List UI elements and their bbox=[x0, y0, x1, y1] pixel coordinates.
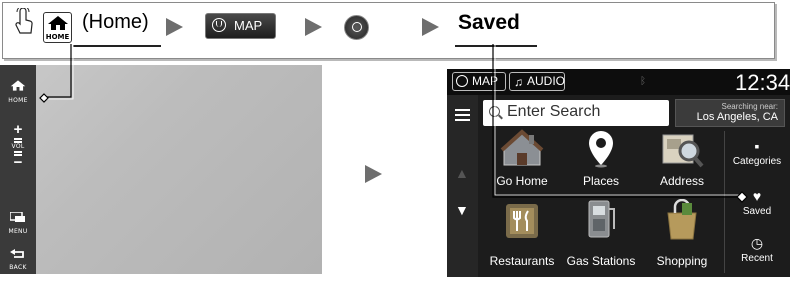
callout-lines bbox=[39, 44, 748, 203]
